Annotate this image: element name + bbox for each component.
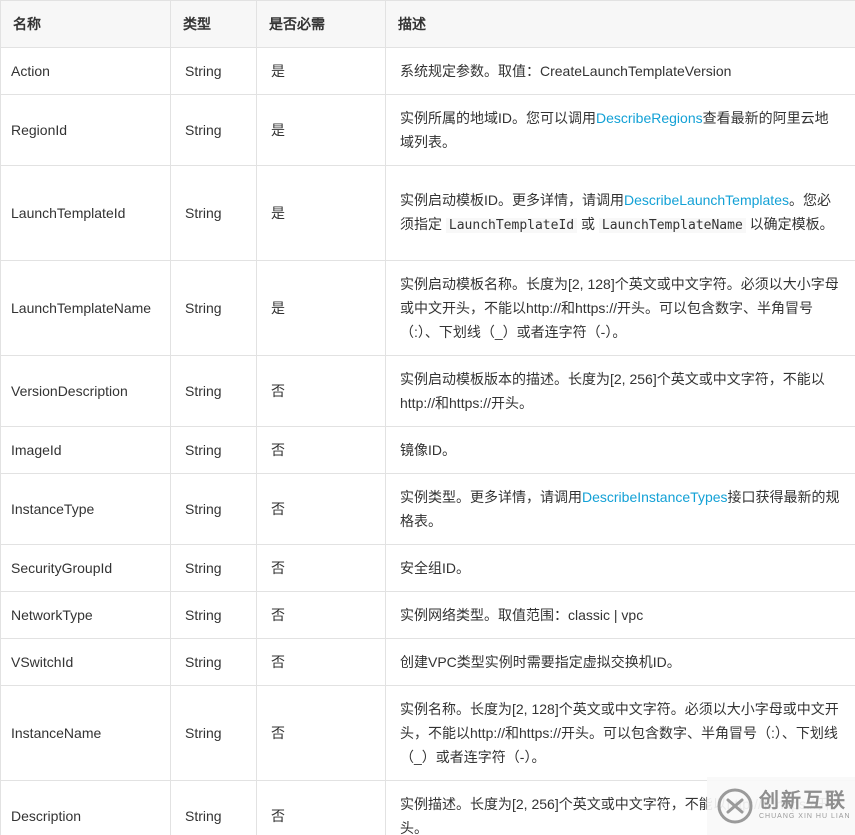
param-required: 否 [256,426,386,474]
header-type: 类型 [170,0,257,48]
table-header-row: 名称 类型 是否必需 描述 [0,0,855,48]
param-description: 实例启动模板名称。长度为[2, 128]个英文或中文字符。必须以大小字母或中文开… [385,260,855,356]
table-row: VSwitchId String 否创建VPC类型实例时需要指定虚拟交换机ID。 [0,638,855,686]
description-text: 实例类型。更多详情，请调用 [400,489,582,505]
param-name: VSwitchId [0,638,171,686]
param-description: 实例启动模板版本的描述。长度为[2, 256]个英文或中文字符，不能以http:… [385,355,855,427]
watermark-en: CHUANG XIN HU LIAN [759,813,851,820]
param-required: 否 [256,544,386,592]
watermark-cn: 创新互联 [759,790,847,812]
table-row: VersionDescription String 否实例启动模板版本的描述。长度为… [0,355,855,427]
table-body: Action String 是系统规定参数。取值：CreateLaunchTempl… [0,47,855,835]
param-name: NetworkType [0,591,171,639]
doc-link[interactable]: DescribeInstanceTypes [582,489,728,505]
table-row: InstanceType String 否实例类型。更多详情，请调用Describe… [0,473,855,545]
param-type: String [170,47,257,95]
description-text: 系统规定参数。取值：CreateLaunchTemplateVersion [400,63,732,79]
param-required: 否 [256,638,386,686]
table-row: NetworkType String 否实例网络类型。取值范围：classic | … [0,591,855,639]
param-name: InstanceType [0,473,171,545]
param-type: String [170,426,257,474]
param-name: Description [0,780,171,835]
param-name: ImageId [0,426,171,474]
param-type: String [170,260,257,356]
table-row: SecurityGroupId String 否安全组ID。 [0,544,855,592]
table-row: InstanceName String 否实例名称。长度为[2, 128]个英文或中… [0,685,855,781]
param-description: 实例名称。长度为[2, 128]个英文或中文字符。必须以大小字母或中文开头，不能… [385,685,855,781]
param-name: LaunchTemplateNa​me [0,260,171,356]
param-description: 创建VPC类型实例时需要指定虚拟交换机ID。 [385,638,855,686]
table-row: RegionId String 是实例所属的地域ID。您可以调用DescribeRe… [0,94,855,166]
inline-code: LaunchTemplateName [598,218,746,233]
description-text: 以确定模板。 [745,216,834,232]
param-required: 否 [256,591,386,639]
param-description: 实例所属的地域ID。您可以调用DescribeRegions查看最新的阿里云地域… [385,94,855,166]
table-row: LaunchTemplateId String 是实例启动模板ID。更多详情，请调用… [0,165,855,261]
param-type: String [170,165,257,261]
param-name: Action [0,47,171,95]
header-name: 名称 [0,0,171,48]
param-required: 否 [256,685,386,781]
param-type: String [170,685,257,781]
header-description: 描述 [385,0,855,48]
description-text: 实例启动模板版本的描述。长度为[2, 256]个英文或中文字符，不能以http:… [400,371,825,411]
param-required: 否 [256,355,386,427]
param-description: 实例启动模板ID。更多详情，请调用DescribeLaunchTemplates… [385,165,855,261]
table-row: ImageId String 否镜像ID。 [0,426,855,474]
param-description: 系统规定参数。取值：CreateLaunchTemplateVersion [385,47,855,95]
param-required: 是 [256,94,386,166]
description-text: 创建VPC类型实例时需要指定虚拟交换机ID。 [400,654,681,670]
param-name: VersionDescription [0,355,171,427]
param-description: 实例网络类型。取值范围：classic | vpc [385,591,855,639]
param-type: String [170,473,257,545]
param-type: String [170,94,257,166]
param-name: RegionId [0,94,171,166]
param-type: String [170,544,257,592]
brand-watermark: 创新互联 CHUANG XIN HU LIAN [707,777,855,835]
description-text: 镜像ID。 [400,442,456,458]
description-text: 实例启动模板名称。长度为[2, 128]个英文或中文字符。必须以大小字母或中文开… [400,276,839,340]
param-required: 否 [256,780,386,835]
param-required: 是 [256,47,386,95]
header-required: 是否必需 [256,0,386,48]
param-name: LaunchTemplateId [0,165,171,261]
param-required: 是 [256,165,386,261]
doc-link[interactable]: DescribeRegions [596,110,703,126]
description-text: 实例启动模板ID。更多详情，请调用 [400,192,624,208]
api-parameter-table-page: 名称 类型 是否必需 描述 Action String 是系统规定参数。取值：Cre… [0,0,855,835]
param-required: 否 [256,473,386,545]
param-name: InstanceName [0,685,171,781]
description-text: 或 [577,216,599,232]
param-name: SecurityGroupId [0,544,171,592]
param-description: 实例类型。更多详情，请调用DescribeInstanceTypes接口获得最新… [385,473,855,545]
description-text: 安全组ID。 [400,560,470,576]
param-type: String [170,591,257,639]
description-text: 实例网络类型。取值范围：classic | vpc [400,607,644,623]
table-row: LaunchTemplateNa​me String 是实例启动模板名称。长度为[2… [0,260,855,356]
param-type: String [170,780,257,835]
param-required: 是 [256,260,386,356]
brand-logo-icon [717,788,753,824]
description-text: 实例所属的地域ID。您可以调用 [400,110,596,126]
doc-link[interactable]: DescribeLaunchTemplates [624,192,789,208]
param-type: String [170,638,257,686]
inline-code: LaunchTemplateId [445,218,578,233]
param-description: 安全组ID。 [385,544,855,592]
description-text: 实例名称。长度为[2, 128]个英文或中文字符。必须以大小字母或中文开头，不能… [400,701,839,765]
parameter-table: 名称 类型 是否必需 描述 Action String 是系统规定参数。取值：Cre… [0,0,855,835]
param-type: String [170,355,257,427]
table-row: Action String 是系统规定参数。取值：CreateLaunchTempl… [0,47,855,95]
param-description: 镜像ID。 [385,426,855,474]
